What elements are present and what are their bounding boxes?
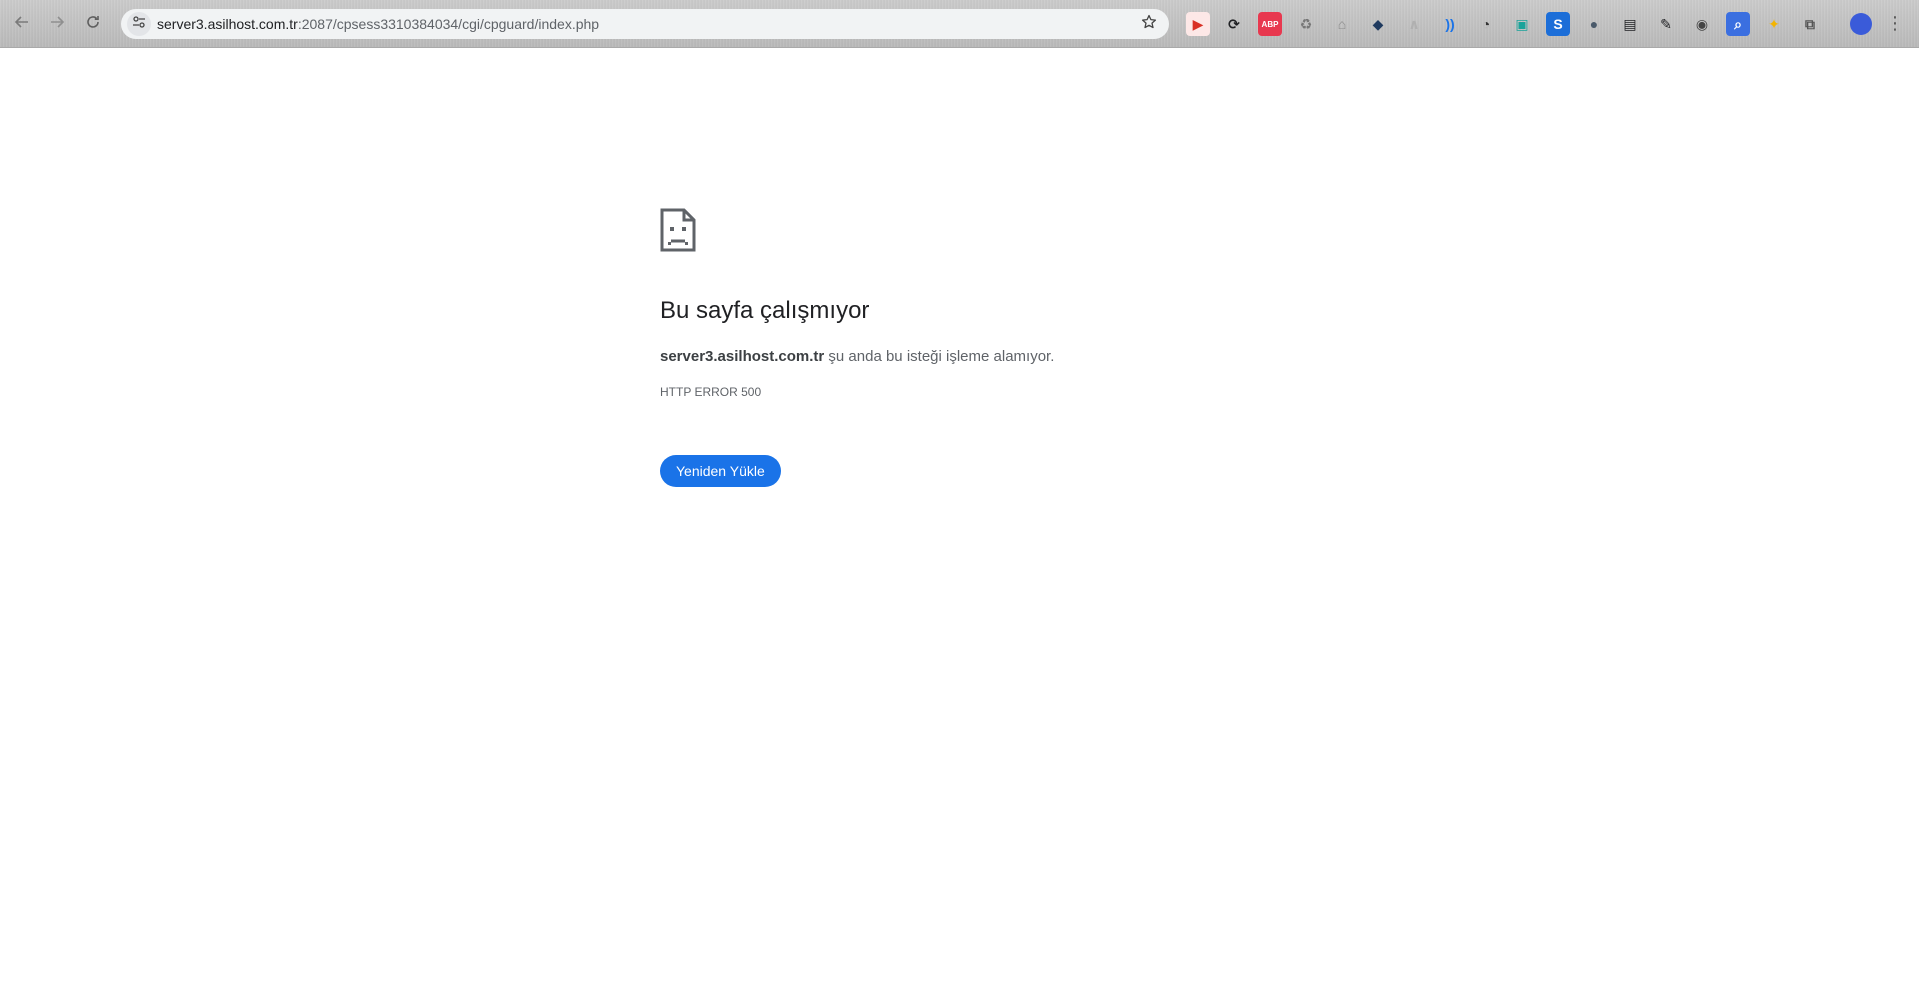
ext-target-icon[interactable]: ◉ bbox=[1690, 12, 1714, 36]
url-host: server3.asilhost.com.tr bbox=[157, 16, 298, 32]
site-info-button[interactable] bbox=[127, 12, 151, 36]
extensions-row: ▶ ⟳ ABP ♻ ⌂ ◆ ∧)) ◔ ▣ S ● ▤ ✎ ◉ ⌕ ✦ ⧉ bbox=[1186, 12, 1834, 36]
three-dots-icon: ⋮ bbox=[1886, 13, 1904, 33]
ext-mouse-icon[interactable]: ⌂ bbox=[1330, 12, 1354, 36]
ext-gauge-icon[interactable]: ◔ bbox=[1474, 12, 1498, 36]
error-message-text: şu anda bu isteği işleme alamıyor. bbox=[824, 348, 1055, 365]
reload-icon bbox=[85, 14, 101, 35]
bookmark-button[interactable] bbox=[1141, 14, 1157, 35]
ext-screen-icon[interactable]: ▣ bbox=[1510, 12, 1534, 36]
ext-red-play-icon[interactable]: ▶ bbox=[1186, 12, 1210, 36]
sad-page-icon bbox=[660, 208, 696, 252]
menu-button[interactable]: ⋮ bbox=[1886, 12, 1904, 36]
ext-search-icon[interactable]: ⌕ bbox=[1726, 12, 1750, 36]
profile-avatar[interactable] bbox=[1850, 13, 1872, 35]
tune-icon bbox=[132, 15, 146, 34]
ext-s-icon[interactable]: S bbox=[1546, 12, 1570, 36]
ext-recycle-icon[interactable]: ♻ bbox=[1294, 12, 1318, 36]
ext-dropper-icon[interactable]: ✎ bbox=[1654, 12, 1678, 36]
ext-sync-icon[interactable]: ⟳ bbox=[1222, 12, 1246, 36]
arrow-right-icon bbox=[49, 14, 65, 35]
ext-puzzle-icon[interactable]: ⧉ bbox=[1798, 12, 1822, 36]
ext-owl-icon[interactable]: ● bbox=[1582, 12, 1606, 36]
ext-faded-icon[interactable]: ∧ bbox=[1402, 12, 1426, 36]
address-bar[interactable]: server3.asilhost.com.tr:2087/cpsess33103… bbox=[121, 9, 1169, 39]
ext-sound-icon[interactable]: )) bbox=[1438, 12, 1462, 36]
reload-page-button[interactable]: Yeniden Yükle bbox=[660, 455, 781, 487]
ext-google-icon[interactable]: ✦ bbox=[1762, 12, 1786, 36]
error-message: server3.asilhost.com.tr şu anda bu isteğ… bbox=[660, 348, 1054, 365]
ext-shield-icon[interactable]: ◆ bbox=[1366, 12, 1390, 36]
star-icon bbox=[1141, 14, 1157, 34]
error-code: HTTP ERROR 500 bbox=[660, 385, 762, 399]
error-message-host: server3.asilhost.com.tr bbox=[660, 348, 825, 365]
url-path: :2087/cpsess3310384034/cgi/cpguard/index… bbox=[297, 16, 600, 32]
ext-adblock-icon[interactable]: ABP bbox=[1258, 12, 1282, 36]
browser-toolbar: server3.asilhost.com.tr:2087/cpsess33103… bbox=[0, 0, 1919, 48]
page-title: Bu sayfa çalışmıyor bbox=[660, 297, 870, 324]
arrow-left-icon bbox=[14, 14, 30, 35]
url-text[interactable]: server3.asilhost.com.tr:2087/cpsess33103… bbox=[157, 16, 599, 32]
back-button[interactable] bbox=[10, 12, 34, 36]
forward-button[interactable] bbox=[45, 12, 69, 36]
ext-clipboard-icon[interactable]: ▤ bbox=[1618, 12, 1642, 36]
reload-button[interactable] bbox=[81, 12, 105, 36]
